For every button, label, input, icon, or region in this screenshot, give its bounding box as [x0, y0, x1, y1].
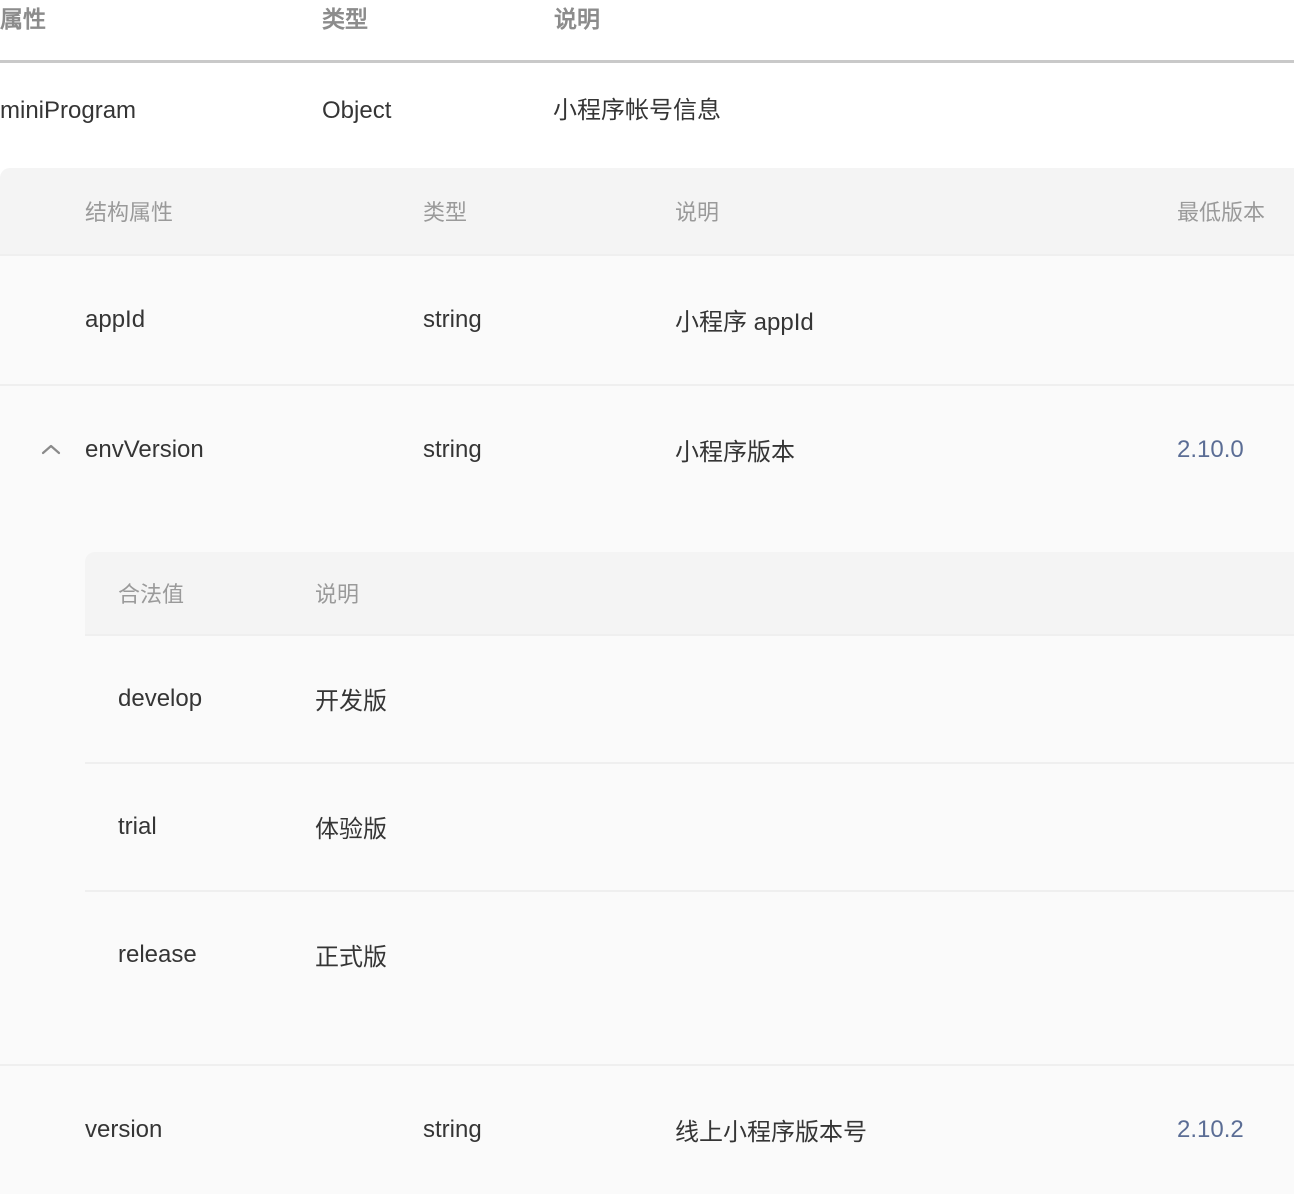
table-row-envversion: envVersion string 小程序版本 2.10.0	[0, 383, 1294, 514]
column-header-min-version: 最低版本	[1177, 199, 1266, 225]
cell-field-name-wrapper: envVersion	[0, 383, 423, 514]
struct-table-body: appId string 小程序 appId envVersion string…	[0, 253, 1294, 1194]
cell-field-description: 小程序 appId	[675, 253, 1177, 385]
cell-field-description: 线上小程序版本号	[675, 1063, 1177, 1194]
cell-legal-description: 体验版	[315, 761, 1294, 891]
nested-struct-panel: 结构属性 类型 说明 最低版本 appId string 小程序 appId e…	[0, 167, 1294, 1194]
legal-values-table: 合法值 说明 develop 开发版 trial 体验版 release 正式版	[85, 551, 1294, 1018]
enum-values-panel: 合法值 说明 develop 开发版 trial 体验版 release 正式版	[0, 514, 1294, 1064]
cell-field-name: envVersion	[85, 435, 204, 463]
column-header-legal-value: 合法值	[118, 581, 185, 607]
cell-legal-description: 开发版	[315, 633, 1294, 763]
column-header-struct-attribute: 结构属性	[85, 199, 174, 225]
cell-attribute-description: 小程序帐号信息	[553, 97, 721, 124]
cell-legal-value: release	[85, 889, 315, 1018]
table-row-appid: appId string 小程序 appId	[0, 253, 1294, 385]
cell-field-name: appId	[0, 253, 423, 385]
legal-values-header-row: 合法值 说明	[85, 551, 1294, 635]
legal-values-body: develop 开发版 trial 体验版 release 正式版	[85, 633, 1294, 1018]
cell-field-min-version[interactable]: 2.10.0	[1177, 383, 1294, 514]
table-row-envversion-expanded: 合法值 说明 develop 开发版 trial 体验版 release 正式版	[0, 513, 1294, 1065]
struct-header-row: 结构属性 类型 说明 最低版本	[0, 167, 1294, 255]
table-header-row: 属性 类型 说明	[0, 0, 1294, 63]
list-item: trial 体验版	[85, 761, 1294, 891]
attributes-table: 属性 类型 说明 miniProgram Object 小程序帐号信息	[0, 0, 1294, 126]
chevron-up-icon[interactable]	[38, 437, 64, 463]
cell-field-type: string	[423, 1063, 675, 1194]
list-item: release 正式版	[85, 889, 1294, 1018]
cell-legal-value: trial	[85, 761, 315, 891]
cell-field-type: string	[423, 253, 675, 385]
cell-legal-description: 正式版	[315, 889, 1294, 1018]
enum-values-cell: 合法值 说明 develop 开发版 trial 体验版 release 正式版	[0, 513, 1294, 1065]
api-doc-table-container: 属性 类型 说明 miniProgram Object 小程序帐号信息 结构属性…	[0, 0, 1294, 1194]
struct-attributes-table: 结构属性 类型 说明 最低版本 appId string 小程序 appId e…	[0, 167, 1294, 1194]
column-header-type: 类型	[322, 0, 553, 63]
list-item: develop 开发版	[85, 633, 1294, 763]
table-row: miniProgram Object 小程序帐号信息	[0, 62, 1294, 126]
column-header-struct-type: 类型	[423, 199, 468, 225]
legal-values-head: 合法值 说明	[85, 551, 1294, 635]
cell-field-min-version[interactable]: 2.10.2	[1177, 1063, 1294, 1194]
column-header-attribute: 属性	[0, 0, 322, 63]
column-header-struct-description: 说明	[675, 199, 720, 225]
attributes-table-head: 属性 类型 说明	[0, 0, 1294, 63]
struct-table-head: 结构属性 类型 说明 最低版本	[0, 167, 1294, 255]
cell-field-type: string	[423, 383, 675, 514]
cell-field-name: version	[0, 1063, 423, 1194]
attributes-table-body: miniProgram Object 小程序帐号信息	[0, 62, 1294, 126]
cell-attribute-name: miniProgram	[0, 97, 137, 124]
column-header-description: 说明	[552, 0, 1294, 63]
column-header-legal-description: 说明	[315, 581, 360, 607]
cell-field-description: 小程序版本	[675, 383, 1177, 514]
table-row-version: version string 线上小程序版本号 2.10.2	[0, 1063, 1294, 1194]
cell-legal-value: develop	[85, 633, 315, 763]
cell-attribute-type: Object	[322, 97, 392, 124]
cell-field-min-version	[1177, 253, 1294, 385]
